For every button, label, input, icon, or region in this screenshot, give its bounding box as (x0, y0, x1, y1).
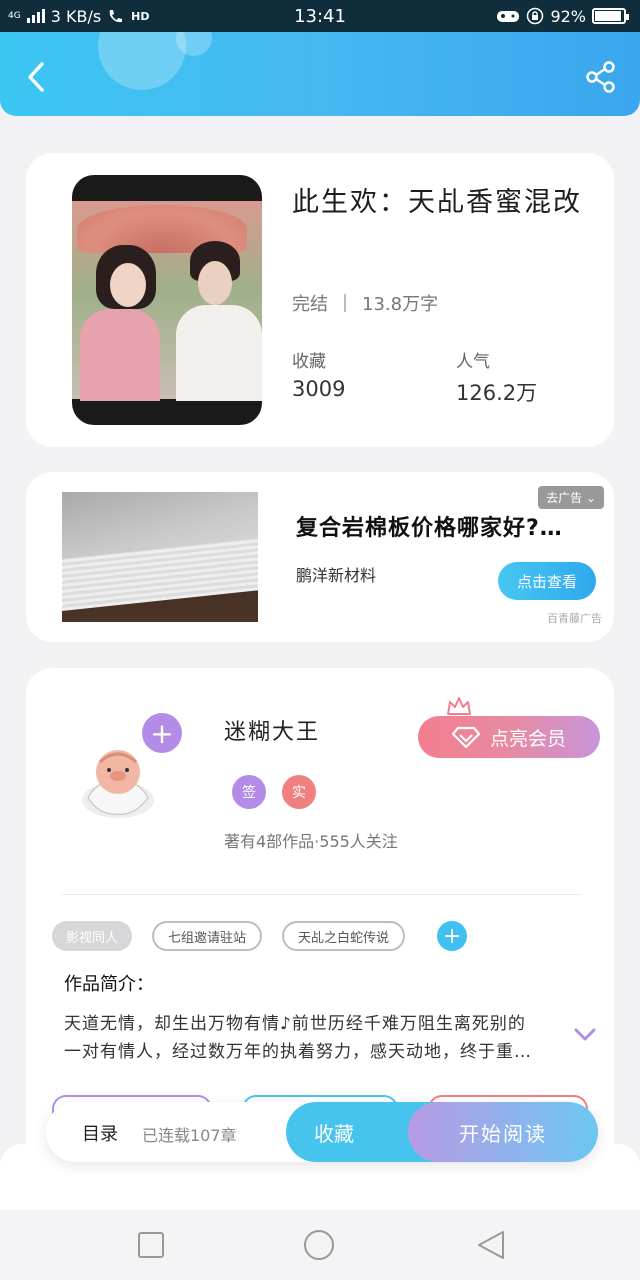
ad-title: 复合岩棉板价格哪家好?… (296, 516, 563, 541)
call-icon (109, 10, 123, 23)
divider (62, 894, 582, 895)
vip-label: 点亮会员 (489, 727, 566, 750)
status-right: 92% (496, 6, 629, 26)
remove-ad-label: 去广告 (546, 491, 583, 505)
avatar[interactable] (78, 738, 158, 822)
ad-source: 鹏洋新材料 (296, 566, 377, 585)
start-reading-button[interactable]: 开始阅读 (408, 1102, 598, 1162)
vip-button[interactable]: 点亮会员 (418, 716, 600, 758)
hd-indicator: HD (131, 9, 150, 23)
book-title: 此生欢：天乩香蜜混改 (292, 187, 582, 218)
chevron-down-icon[interactable] (574, 1028, 596, 1042)
favorites-value: 3009 (292, 377, 346, 401)
decor-bubble (98, 32, 186, 90)
meta-divider (344, 294, 346, 312)
system-nav-bar (0, 1210, 640, 1280)
serial-status: 已连载107章 (142, 1126, 237, 1145)
tag-item[interactable]: 影视同人 (52, 921, 133, 951)
tag-list: 影视同人 七组邀请驻站 天乩之白蛇传说 + (52, 921, 468, 951)
tag-item[interactable]: 天乩之白蛇传说 (282, 921, 406, 951)
ad-view-button[interactable]: 点击查看 (498, 562, 596, 600)
book-cover[interactable] (72, 175, 262, 425)
signed-badge: 签 (232, 775, 266, 809)
battery-icon (592, 8, 629, 24)
network-type: 4G (8, 11, 21, 21)
status-bar: 4G 3 KB/s HD 13:41 92% (0, 0, 640, 32)
back-nav-icon[interactable] (474, 1228, 508, 1262)
intro-text[interactable]: 天道无情，却生出万物有情♪前世历经千难万阻生离死别的 一对有情人，经过数万年的执… (64, 1010, 564, 1066)
toc-button[interactable]: 目录 (82, 1120, 118, 1146)
cover-image (72, 201, 262, 401)
intro-line: 一对有情人，经过数万年的执着努力，感天动地，终于重… (64, 1042, 532, 1062)
chevron-down-icon: ⌄ (585, 491, 596, 505)
tag-item[interactable]: 七组邀请驻站 (152, 921, 263, 951)
intro-line: 天道无情，却生出万物有情♪前世历经千难万阻生离死别的 (64, 1014, 526, 1034)
ad-provider: 百青藤广告 (547, 612, 602, 625)
book-info-card: 此生欢：天乩香蜜混改 完结 13.8万字 收藏 3009 人气 126.2万 (26, 153, 614, 447)
author-name: 迷糊大王 (224, 720, 321, 745)
action-bar: 目录 已连载107章 收藏 开始阅读 (46, 1102, 598, 1162)
status-left: 4G 3 KB/s HD (8, 7, 150, 26)
add-tag-button[interactable]: + (437, 921, 468, 951)
word-count: 13.8万字 (362, 294, 439, 315)
crown-icon (447, 697, 471, 715)
lock-rotation-icon (527, 7, 544, 25)
signal-icon (26, 9, 45, 23)
game-icon (497, 11, 520, 22)
diamond-icon (451, 726, 480, 748)
ad-card[interactable]: 去广告 ⌄ 复合岩棉板价格哪家好?… 鹏洋新材料 点击查看 百青藤广告 (26, 472, 614, 642)
popularity-label: 人气 (456, 352, 490, 372)
book-status: 完结 (292, 294, 328, 315)
back-button[interactable] (22, 62, 52, 92)
header (0, 32, 640, 116)
author-stats: 著有4部作品·555人关注 (224, 832, 398, 851)
home-icon[interactable] (302, 1228, 336, 1262)
follow-author-button[interactable]: + (142, 713, 182, 753)
network-speed: 3 KB/s (50, 6, 102, 26)
share-button[interactable] (584, 60, 618, 94)
ad-image (62, 492, 258, 622)
remove-ad-button[interactable]: 去广告 ⌄ (538, 486, 604, 509)
book-meta: 完结 13.8万字 (292, 290, 438, 316)
verified-badge: 实 (282, 775, 316, 809)
battery-percent: 92% (550, 6, 586, 26)
intro-heading: 作品简介： (64, 974, 154, 995)
popularity-value: 126.2万 (456, 381, 538, 405)
recents-icon[interactable] (134, 1228, 168, 1262)
favorites-label: 收藏 (292, 352, 326, 372)
